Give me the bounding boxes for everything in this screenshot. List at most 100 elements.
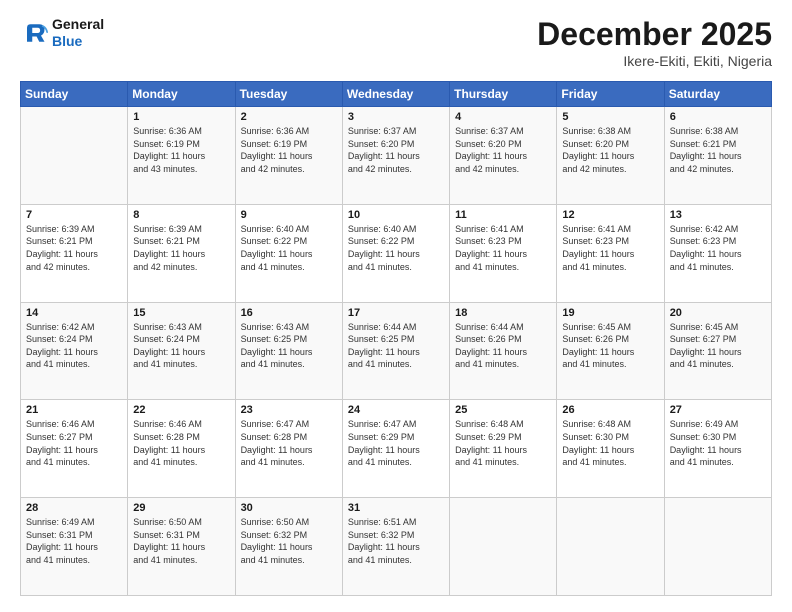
day-number: 3 (348, 111, 444, 123)
day-info: Sunrise: 6:45 AM Sunset: 6:26 PM Dayligh… (562, 321, 658, 371)
day-info: Sunrise: 6:49 AM Sunset: 6:31 PM Dayligh… (26, 516, 122, 566)
page: General Blue December 2025 Ikere-Ekiti, … (0, 0, 792, 612)
day-info: Sunrise: 6:42 AM Sunset: 6:23 PM Dayligh… (670, 223, 766, 273)
day-number: 9 (241, 209, 337, 221)
calendar-cell: 28 Sunrise: 6:49 AM Sunset: 6:31 PM Dayli… (21, 498, 128, 596)
day-info: Sunrise: 6:41 AM Sunset: 6:23 PM Dayligh… (562, 223, 658, 273)
calendar-cell: 15 Sunrise: 6:43 AM Sunset: 6:24 PM Dayli… (128, 302, 235, 400)
day-number: 13 (670, 209, 766, 221)
day-number: 19 (562, 307, 658, 319)
day-info: Sunrise: 6:46 AM Sunset: 6:28 PM Dayligh… (133, 418, 229, 468)
calendar-cell: 7Sunrise: 6:39 AM Sunset: 6:21 PM Daylig… (21, 204, 128, 302)
day-info: Sunrise: 6:47 AM Sunset: 6:29 PM Dayligh… (348, 418, 444, 468)
day-number: 25 (455, 404, 551, 416)
week-row-4: 28 Sunrise: 6:49 AM Sunset: 6:31 PM Dayli… (21, 498, 772, 596)
day-info: Sunrise: 6:44 AM Sunset: 6:25 PM Dayligh… (348, 321, 444, 371)
logo-text: General Blue (52, 16, 104, 50)
calendar-cell: 1 Sunrise: 6:36 AM Sunset: 6:19 PM Daylig… (128, 107, 235, 205)
day-info: Sunrise: 6:38 AM Sunset: 6:20 PM Dayligh… (562, 125, 658, 175)
day-info: Sunrise: 6:50 AM Sunset: 6:31 PM Dayligh… (133, 516, 229, 566)
day-number: 7 (26, 209, 122, 221)
calendar-cell: 13 Sunrise: 6:42 AM Sunset: 6:23 PM Dayli… (664, 204, 771, 302)
calendar-cell: 10 Sunrise: 6:40 AM Sunset: 6:22 PM Dayli… (342, 204, 449, 302)
calendar-cell: 25 Sunrise: 6:48 AM Sunset: 6:29 PM Dayli… (450, 400, 557, 498)
day-number: 1 (133, 111, 229, 123)
day-info: Sunrise: 6:36 AM Sunset: 6:19 PM Dayligh… (133, 125, 229, 175)
weekday-header-wednesday: Wednesday (342, 82, 449, 107)
logo: General Blue (20, 16, 104, 50)
day-info: Sunrise: 6:40 AM Sunset: 6:22 PM Dayligh… (348, 223, 444, 273)
day-number: 31 (348, 502, 444, 514)
day-number: 14 (26, 307, 122, 319)
day-info: Sunrise: 6:47 AM Sunset: 6:28 PM Dayligh… (241, 418, 337, 468)
day-number: 21 (26, 404, 122, 416)
day-number: 5 (562, 111, 658, 123)
week-row-3: 21 Sunrise: 6:46 AM Sunset: 6:27 PM Dayli… (21, 400, 772, 498)
calendar-cell (664, 498, 771, 596)
week-row-1: 7 Sunrise: 6:39 AM Sunset: 6:21 PM Daylig… (21, 204, 772, 302)
weekday-header-row: SundayMondayTuesdayWednesdayThursdayFrid… (21, 82, 772, 107)
day-number: 2 (241, 111, 337, 123)
day-number: 6 (670, 111, 766, 123)
calendar-cell (557, 498, 664, 596)
calendar-cell: 11 Sunrise: 6:41 AM Sunset: 6:23 PM Dayli… (450, 204, 557, 302)
calendar-cell: 2 Sunrise: 6:36 AM Sunset: 6:19 PM Daylig… (235, 107, 342, 205)
weekday-header-saturday: Saturday (664, 82, 771, 107)
calendar-cell: 29Sunrise: 6:50 AM Sunset: 6:31 PM Dayli… (128, 498, 235, 596)
calendar-cell: 23 Sunrise: 6:47 AM Sunset: 6:28 PM Dayli… (235, 400, 342, 498)
day-info: Sunrise: 6:38 AM Sunset: 6:21 PM Dayligh… (670, 125, 766, 175)
calendar-cell: 8 Sunrise: 6:39 AM Sunset: 6:21 PM Daylig… (128, 204, 235, 302)
day-number: 4 (455, 111, 551, 123)
day-info: Sunrise: 6:46 AM Sunset: 6:27 PM Dayligh… (26, 418, 122, 468)
title-block: December 2025 Ikere-Ekiti, Ekiti, Nigeri… (537, 16, 772, 69)
day-number: 30 (241, 502, 337, 514)
day-info: Sunrise: 6:39 AM Sunset: 6:21 PM Dayligh… (133, 223, 229, 273)
header: General Blue December 2025 Ikere-Ekiti, … (20, 16, 772, 69)
calendar-cell: 16Sunrise: 6:43 AM Sunset: 6:25 PM Dayli… (235, 302, 342, 400)
calendar-cell (450, 498, 557, 596)
day-number: 12 (562, 209, 658, 221)
calendar-cell: 27Sunrise: 6:49 AM Sunset: 6:30 PM Dayli… (664, 400, 771, 498)
day-info: Sunrise: 6:42 AM Sunset: 6:24 PM Dayligh… (26, 321, 122, 371)
day-number: 16 (241, 307, 337, 319)
logo-icon (20, 19, 48, 47)
day-number: 8 (133, 209, 229, 221)
day-number: 20 (670, 307, 766, 319)
calendar-cell: 12 Sunrise: 6:41 AM Sunset: 6:23 PM Dayli… (557, 204, 664, 302)
weekday-header-thursday: Thursday (450, 82, 557, 107)
logo-line1: General (52, 16, 104, 32)
day-number: 11 (455, 209, 551, 221)
calendar-cell: 9 Sunrise: 6:40 AM Sunset: 6:22 PM Daylig… (235, 204, 342, 302)
day-info: Sunrise: 6:44 AM Sunset: 6:26 PM Dayligh… (455, 321, 551, 371)
calendar-cell: 31 Sunrise: 6:51 AM Sunset: 6:32 PM Dayli… (342, 498, 449, 596)
day-number: 24 (348, 404, 444, 416)
calendar-cell: 22Sunrise: 6:46 AM Sunset: 6:28 PM Dayli… (128, 400, 235, 498)
logo-line2: Blue (52, 33, 82, 49)
day-info: Sunrise: 6:48 AM Sunset: 6:29 PM Dayligh… (455, 418, 551, 468)
day-number: 10 (348, 209, 444, 221)
calendar-cell: 4 Sunrise: 6:37 AM Sunset: 6:20 PM Daylig… (450, 107, 557, 205)
weekday-header-sunday: Sunday (21, 82, 128, 107)
day-number: 17 (348, 307, 444, 319)
day-info: Sunrise: 6:37 AM Sunset: 6:20 PM Dayligh… (455, 125, 551, 175)
day-info: Sunrise: 6:51 AM Sunset: 6:32 PM Dayligh… (348, 516, 444, 566)
month-title: December 2025 (537, 16, 772, 53)
day-info: Sunrise: 6:43 AM Sunset: 6:24 PM Dayligh… (133, 321, 229, 371)
location: Ikere-Ekiti, Ekiti, Nigeria (537, 53, 772, 69)
day-info: Sunrise: 6:40 AM Sunset: 6:22 PM Dayligh… (241, 223, 337, 273)
day-info: Sunrise: 6:36 AM Sunset: 6:19 PM Dayligh… (241, 125, 337, 175)
calendar-cell: 3 Sunrise: 6:37 AM Sunset: 6:20 PM Daylig… (342, 107, 449, 205)
day-number: 23 (241, 404, 337, 416)
calendar-cell: 6 Sunrise: 6:38 AM Sunset: 6:21 PM Daylig… (664, 107, 771, 205)
day-number: 15 (133, 307, 229, 319)
day-info: Sunrise: 6:37 AM Sunset: 6:20 PM Dayligh… (348, 125, 444, 175)
weekday-header-friday: Friday (557, 82, 664, 107)
week-row-2: 14 Sunrise: 6:42 AM Sunset: 6:24 PM Dayli… (21, 302, 772, 400)
day-info: Sunrise: 6:48 AM Sunset: 6:30 PM Dayligh… (562, 418, 658, 468)
day-info: Sunrise: 6:50 AM Sunset: 6:32 PM Dayligh… (241, 516, 337, 566)
calendar-cell (21, 107, 128, 205)
weekday-header-monday: Monday (128, 82, 235, 107)
calendar-cell: 18Sunrise: 6:44 AM Sunset: 6:26 PM Dayli… (450, 302, 557, 400)
day-info: Sunrise: 6:41 AM Sunset: 6:23 PM Dayligh… (455, 223, 551, 273)
day-number: 28 (26, 502, 122, 514)
